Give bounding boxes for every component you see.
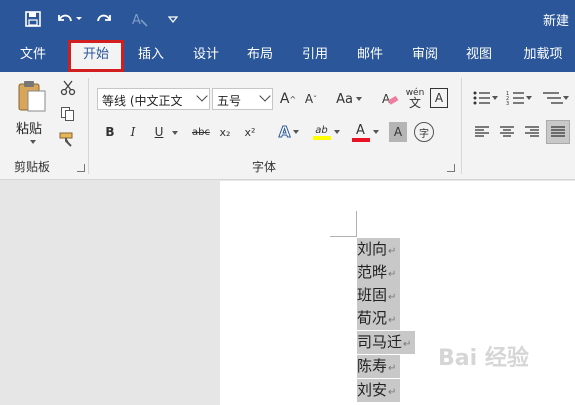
- underline-button[interactable]: U: [150, 122, 168, 142]
- paste-icon[interactable]: [14, 78, 50, 114]
- font-size-value: 五号: [217, 94, 242, 108]
- redo-icon[interactable]: [94, 8, 116, 30]
- numbering-button[interactable]: 123: [504, 88, 534, 108]
- phonetic-guide-icon[interactable]: wén 文: [404, 86, 426, 110]
- title-bar: A 新建: [0, 0, 575, 38]
- clipboard-launcher-icon[interactable]: [77, 164, 85, 172]
- align-right-icon[interactable]: [522, 122, 542, 142]
- format-painter-brush-icon[interactable]: [58, 130, 78, 150]
- window-title: 新建: [542, 14, 569, 29]
- grow-font-icon[interactable]: A ^: [279, 89, 297, 109]
- word-window: A 新建 文件 开始 插入 设计 布局 引用 邮件 审阅 视图 加载项 粘贴 剪…: [0, 0, 575, 405]
- align-center-icon[interactable]: [497, 122, 517, 142]
- font-size-dropdown[interactable]: 五号: [212, 88, 273, 110]
- copy-icon[interactable]: [58, 104, 78, 124]
- document-line[interactable]: 荀况↵: [357, 307, 401, 330]
- document-line[interactable]: 刘向↵: [357, 238, 401, 261]
- paste-dropdown-icon[interactable]: [28, 138, 38, 146]
- cut-icon[interactable]: [58, 78, 78, 98]
- superscript-button[interactable]: x²: [240, 122, 260, 142]
- tab-layout[interactable]: 布局: [237, 38, 283, 72]
- character-border-icon[interactable]: A: [430, 88, 448, 108]
- tab-references[interactable]: 引用: [292, 38, 338, 72]
- enclose-characters-button[interactable]: 字: [414, 122, 434, 142]
- document-line[interactable]: 范晔↵: [357, 261, 401, 284]
- shrink-font-icon[interactable]: Aˇ: [302, 89, 320, 109]
- save-icon[interactable]: [22, 8, 44, 30]
- font-launcher-icon[interactable]: [447, 164, 455, 172]
- multilevel-list-button[interactable]: [538, 88, 572, 108]
- tab-file[interactable]: 文件: [10, 38, 56, 72]
- font-name-dropdown[interactable]: 等线 (中文正文: [97, 88, 210, 110]
- strikethrough-button[interactable]: abc: [189, 122, 213, 142]
- tab-home[interactable]: 开始: [70, 40, 122, 72]
- highlight-color-button[interactable]: ab: [309, 120, 343, 144]
- tab-review[interactable]: 审阅: [402, 38, 448, 72]
- format-painter-icon[interactable]: A: [128, 8, 152, 30]
- underline-dropdown-icon[interactable]: [170, 128, 180, 138]
- bold-button[interactable]: B: [101, 122, 119, 142]
- customize-qat-icon[interactable]: [164, 8, 182, 30]
- clipboard-group-label: 剪贴板: [14, 160, 51, 174]
- italic-button[interactable]: I: [124, 122, 142, 142]
- change-case-button[interactable]: Aa: [332, 89, 366, 109]
- font-color-button[interactable]: A: [348, 120, 382, 144]
- bullets-button[interactable]: [470, 88, 500, 108]
- subscript-button[interactable]: x₂: [215, 122, 235, 142]
- ribbon-tabs: 文件 开始 插入 设计 布局 引用 邮件 审阅 视图 加载项: [0, 38, 575, 72]
- font-group-label: 字体: [252, 160, 277, 174]
- text-effects-button[interactable]: A: [274, 122, 304, 142]
- tab-design[interactable]: 设计: [183, 38, 229, 72]
- document-line[interactable]: 班固↵: [357, 284, 401, 307]
- clear-formatting-icon[interactable]: A: [380, 89, 400, 109]
- margin-corner-mark: [356, 211, 357, 237]
- justify-icon[interactable]: [546, 120, 570, 144]
- tab-insert[interactable]: 插入: [128, 38, 174, 72]
- group-separator: [88, 78, 89, 174]
- chevron-down-icon: [259, 90, 271, 102]
- svg-text:3: 3: [506, 101, 509, 106]
- margin-corner-mark: [330, 236, 357, 237]
- font-name-value: 等线 (中文正文: [102, 94, 183, 108]
- paste-label[interactable]: 粘贴: [16, 118, 42, 137]
- tab-addins[interactable]: 加载项: [514, 38, 572, 72]
- undo-icon[interactable]: [54, 8, 84, 30]
- align-left-icon[interactable]: [472, 122, 492, 142]
- svg-text:A: A: [382, 92, 391, 106]
- document-line[interactable]: 司马迁↵: [357, 331, 416, 354]
- tab-mailings[interactable]: 邮件: [347, 38, 393, 72]
- character-shading-button[interactable]: A: [389, 122, 407, 142]
- tab-view[interactable]: 视图: [456, 38, 502, 72]
- document-line[interactable]: 陈寿↵: [357, 355, 401, 378]
- document-line[interactable]: 刘安↵: [357, 379, 401, 402]
- document-gutter: [0, 181, 220, 405]
- baidu-watermark-logo: Bai 经验: [438, 346, 529, 371]
- svg-text:A: A: [132, 13, 141, 27]
- chevron-down-icon: [196, 90, 208, 102]
- group-separator: [461, 78, 462, 174]
- ribbon-home: 粘贴 剪贴板 等线 (中文正文 五号 A ^ Aˇ Aa A wén 文 A B…: [0, 72, 575, 180]
